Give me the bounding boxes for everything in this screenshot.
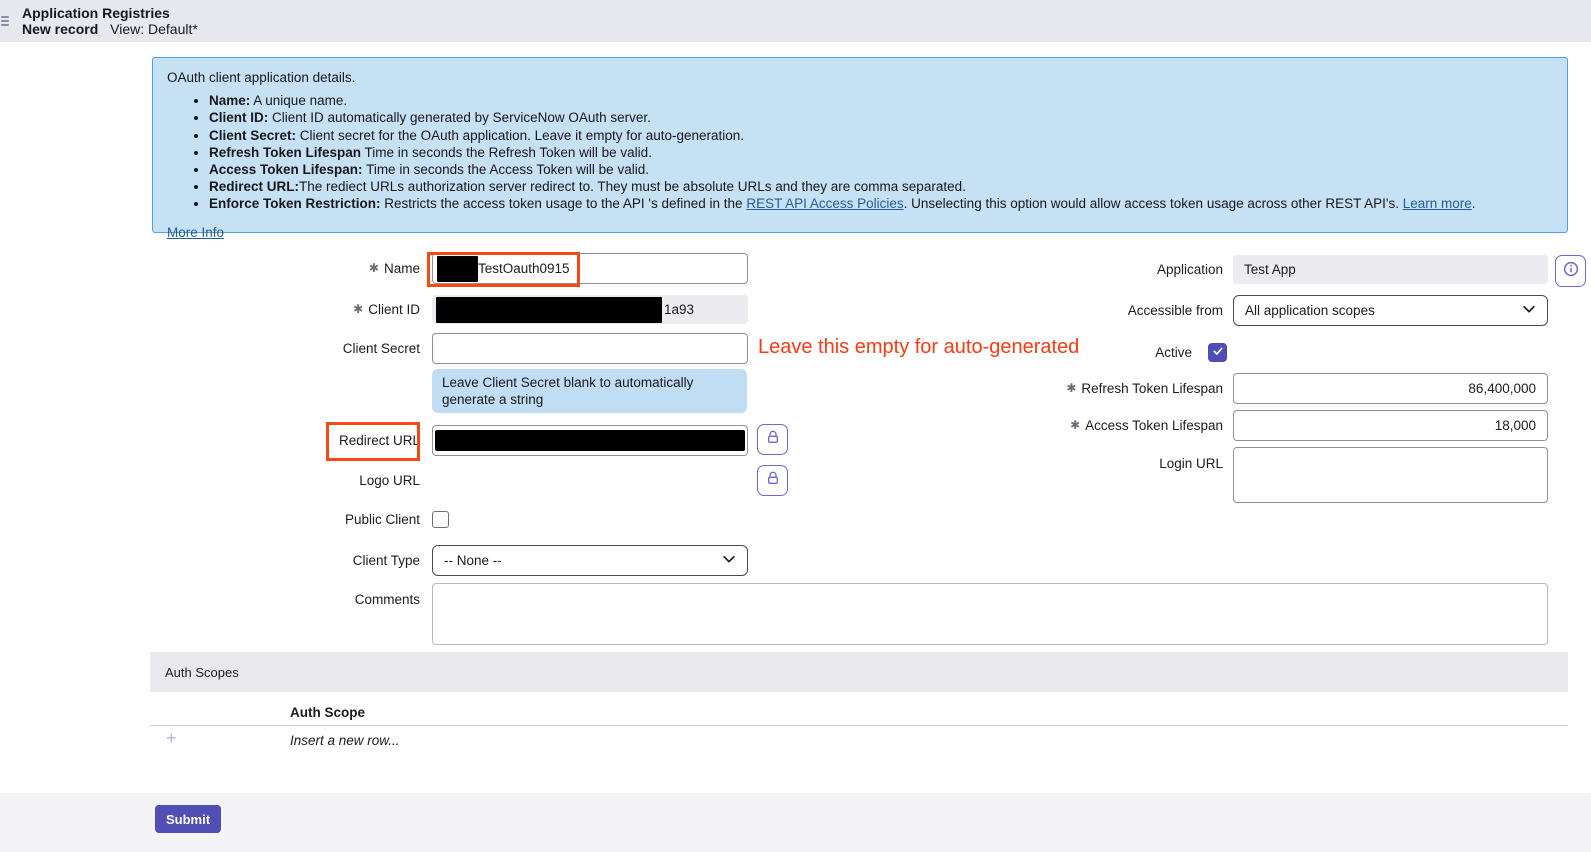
- logo-url-row: Logo URL: [150, 465, 748, 496]
- required-marker: ✱: [1070, 418, 1080, 432]
- client-secret-row: Client Secret: [150, 333, 748, 364]
- page-title: Application Registries: [22, 5, 170, 21]
- refresh-token-lifespan-label: ✱Refresh Token Lifespan: [1000, 381, 1223, 397]
- insert-row-plus-icon[interactable]: +: [166, 729, 177, 747]
- application-field: Test App: [1233, 255, 1548, 284]
- client-secret-label: Client Secret: [150, 341, 420, 357]
- active-checkbox[interactable]: [1208, 343, 1227, 362]
- accessible-from-label: Accessible from: [1000, 303, 1223, 319]
- annotation-note: Leave this empty for auto-generated: [758, 336, 1079, 359]
- application-row: Application Test App: [1000, 255, 1548, 284]
- rest-api-access-policies-link[interactable]: REST API Access Policies: [746, 196, 903, 211]
- client-secret-input[interactable]: [432, 333, 748, 364]
- refresh-token-lifespan-input[interactable]: [1233, 373, 1548, 404]
- form-footer: [0, 793, 1591, 852]
- public-client-checkbox[interactable]: [432, 511, 449, 528]
- checkmark-icon: [1212, 344, 1224, 362]
- info-bullet-refresh-lifespan: Refresh Token Lifespan Time in seconds t…: [209, 144, 1553, 161]
- client-type-select[interactable]: -- None --: [432, 545, 748, 576]
- application-label: Application: [1000, 262, 1223, 278]
- learn-more-link[interactable]: Learn more: [1403, 196, 1472, 211]
- form-header-bar: Application Registries New record View: …: [0, 0, 1591, 42]
- redirect-url-row: Redirect URL: [150, 425, 748, 456]
- public-client-row: Public Client: [150, 511, 449, 528]
- chevron-down-icon: [1522, 302, 1536, 319]
- redirect-url-label: Redirect URL: [150, 433, 420, 449]
- required-marker: ✱: [1066, 381, 1076, 395]
- accessible-from-select[interactable]: All application scopes: [1233, 295, 1548, 326]
- application-info-button[interactable]: [1555, 255, 1586, 287]
- client-secret-hint: Leave Client Secret blank to automatical…: [432, 369, 747, 413]
- logo-url-field[interactable]: [432, 465, 748, 496]
- access-token-lifespan-label: ✱Access Token Lifespan: [1000, 418, 1223, 434]
- info-bullet-redirect-url: Redirect URL:The rediect URLs authorizat…: [209, 178, 1553, 195]
- name-input[interactable]: TestOauth0915: [432, 253, 748, 284]
- accessible-from-row: Accessible from All application scopes: [1000, 295, 1548, 326]
- info-bullet-access-lifespan: Access Token Lifespan: Time in seconds t…: [209, 161, 1553, 178]
- context-menu-icon[interactable]: [1, 16, 10, 28]
- name-row: ✱Name TestOauth0915: [150, 253, 748, 284]
- info-bullet-name: Name: A unique name.: [209, 92, 1553, 109]
- access-token-lifespan-row: ✱Access Token Lifespan: [1000, 410, 1548, 441]
- auth-scopes-title: Auth Scopes: [165, 665, 239, 680]
- login-url-label: Login URL: [1000, 447, 1223, 472]
- redirect-url-lock-button[interactable]: [757, 424, 788, 455]
- login-url-row: Login URL: [1000, 447, 1548, 503]
- public-client-label: Public Client: [150, 512, 420, 528]
- required-marker: ✱: [353, 302, 363, 316]
- table-divider: [150, 725, 1568, 726]
- logo-url-label: Logo URL: [150, 473, 420, 489]
- client-id-label: ✱Client ID: [150, 302, 420, 318]
- comments-row: Comments: [150, 583, 432, 608]
- comments-label: Comments: [150, 583, 420, 608]
- info-icon: [1562, 260, 1580, 283]
- lock-icon: [765, 429, 781, 450]
- record-label: New record: [22, 21, 98, 37]
- redaction-box: [437, 256, 478, 282]
- auth-scope-column-header[interactable]: Auth Scope: [290, 705, 365, 720]
- submit-button[interactable]: Submit: [155, 805, 221, 833]
- redaction-box: [435, 430, 745, 451]
- client-type-label: Client Type: [150, 553, 420, 569]
- more-info-link[interactable]: More Info: [167, 224, 224, 241]
- chevron-down-icon: [722, 552, 736, 569]
- view-label: View: Default*: [110, 21, 198, 37]
- application-registry-form-page: Application Registries New record View: …: [0, 0, 1591, 852]
- name-label: ✱Name: [150, 261, 420, 277]
- lock-icon: [765, 470, 781, 491]
- comments-textarea[interactable]: [432, 583, 1548, 645]
- refresh-token-lifespan-row: ✱Refresh Token Lifespan: [1000, 373, 1548, 404]
- client-id-value: 1a93: [664, 302, 694, 317]
- info-bullet-enforce-token: Enforce Token Restriction: Restricts the…: [209, 195, 1553, 212]
- client-id-field[interactable]: 1a93: [432, 295, 748, 324]
- name-value: TestOauth0915: [478, 261, 570, 276]
- client-type-value: -- None --: [444, 553, 502, 568]
- access-token-lifespan-input[interactable]: [1233, 410, 1548, 441]
- redirect-url-input[interactable]: [432, 425, 748, 456]
- info-bullet-list: Name: A unique name. Client ID: Client I…: [167, 92, 1553, 212]
- auth-scopes-section-header: Auth Scopes: [150, 652, 1568, 692]
- oauth-info-box: OAuth client application details. Name: …: [152, 57, 1568, 233]
- redaction-box: [436, 297, 662, 323]
- application-value: Test App: [1244, 262, 1296, 277]
- client-type-row: Client Type -- None --: [150, 545, 748, 576]
- info-bullet-client-id: Client ID: Client ID automatically gener…: [209, 109, 1553, 126]
- client-id-row: ✱Client ID 1a93: [150, 295, 748, 324]
- logo-url-lock-button[interactable]: [757, 465, 788, 496]
- required-marker: ✱: [369, 261, 379, 275]
- accessible-from-value: All application scopes: [1245, 303, 1375, 318]
- info-intro: OAuth client application details.: [167, 69, 1553, 86]
- page-subtitle: New record View: Default*: [22, 21, 198, 37]
- info-bullet-client-secret: Client Secret: Client secret for the OAu…: [209, 127, 1553, 144]
- insert-new-row-cell[interactable]: Insert a new row...: [290, 733, 400, 748]
- login-url-textarea[interactable]: [1233, 447, 1548, 503]
